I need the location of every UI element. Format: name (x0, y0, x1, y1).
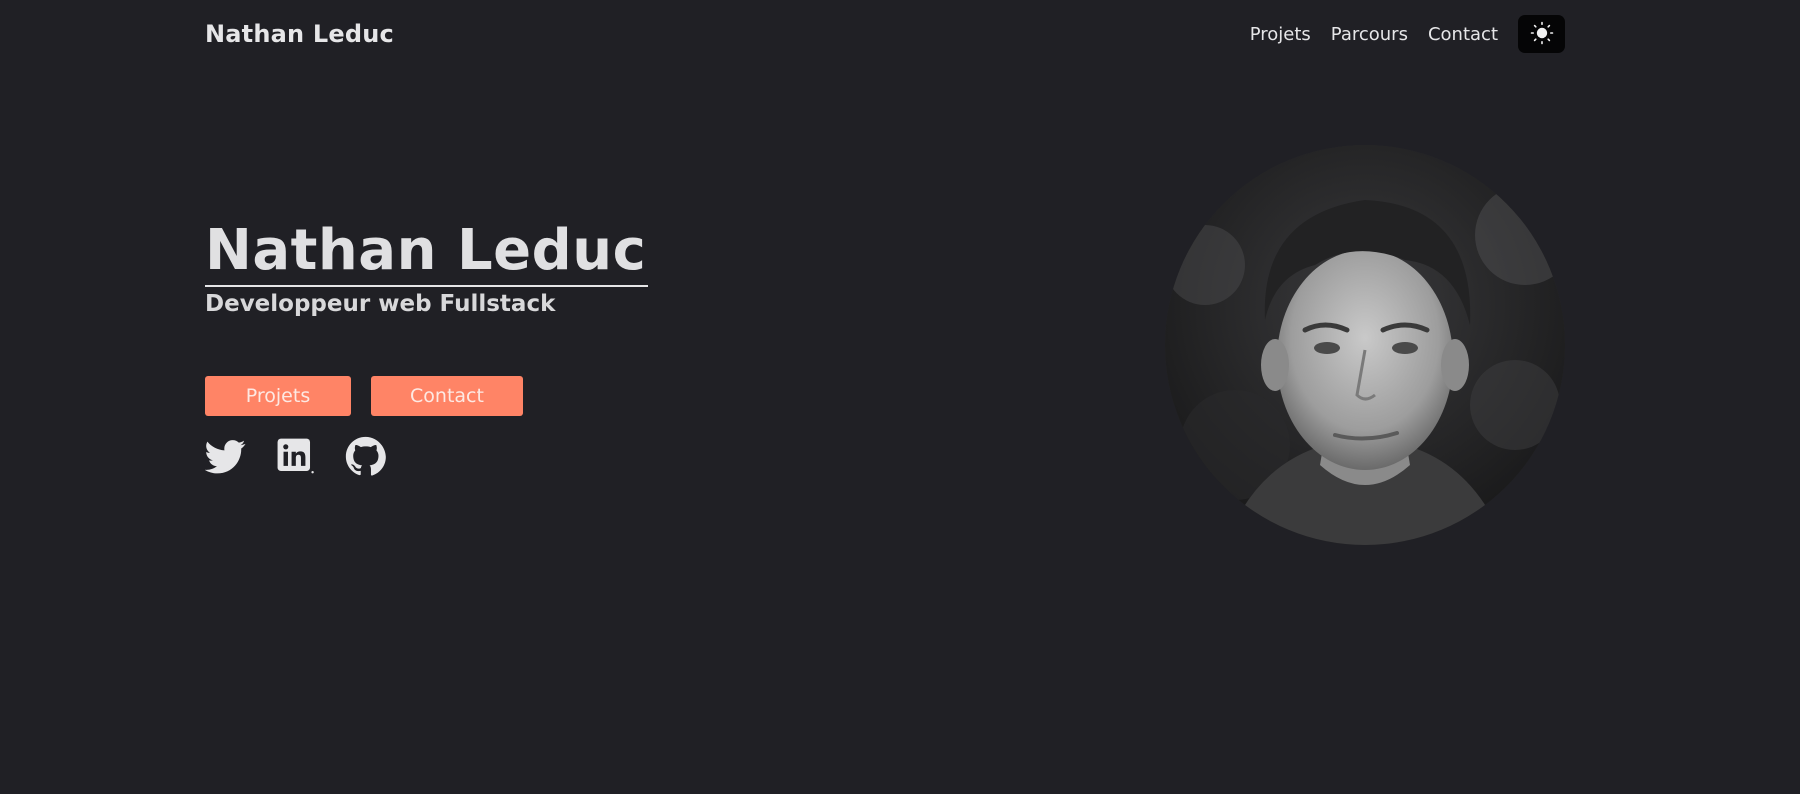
social-links (205, 436, 415, 477)
projects-button[interactable]: Projets (205, 376, 351, 416)
hero-underline (205, 285, 648, 287)
nav-link-parcours[interactable]: Parcours (1331, 24, 1408, 45)
navbar: Nathan Leduc Projets Parcours Contact (205, 12, 1565, 56)
contact-button[interactable]: Contact (371, 376, 523, 416)
github-icon[interactable] (345, 436, 386, 477)
hero-text: Nathan Leduc (205, 218, 646, 284)
avatar (1165, 145, 1565, 545)
cta-row: Projets Contact (205, 376, 523, 416)
page: Nathan Leduc Projets Parcours Contact Na… (0, 0, 1800, 794)
nav-link-contact[interactable]: Contact (1428, 24, 1498, 45)
nav-link-projets[interactable]: Projets (1250, 24, 1311, 45)
hero-subtitle: Developpeur web Fullstack (205, 291, 556, 317)
theme-toggle-button[interactable] (1518, 15, 1565, 53)
twitter-icon[interactable] (205, 436, 246, 477)
linkedin-icon[interactable] (275, 436, 316, 477)
nav-links: Projets Parcours Contact (1230, 15, 1565, 53)
sun-icon (1530, 21, 1554, 48)
brand-logo[interactable]: Nathan Leduc (205, 20, 394, 48)
hero-name: Nathan Leduc (205, 218, 647, 283)
